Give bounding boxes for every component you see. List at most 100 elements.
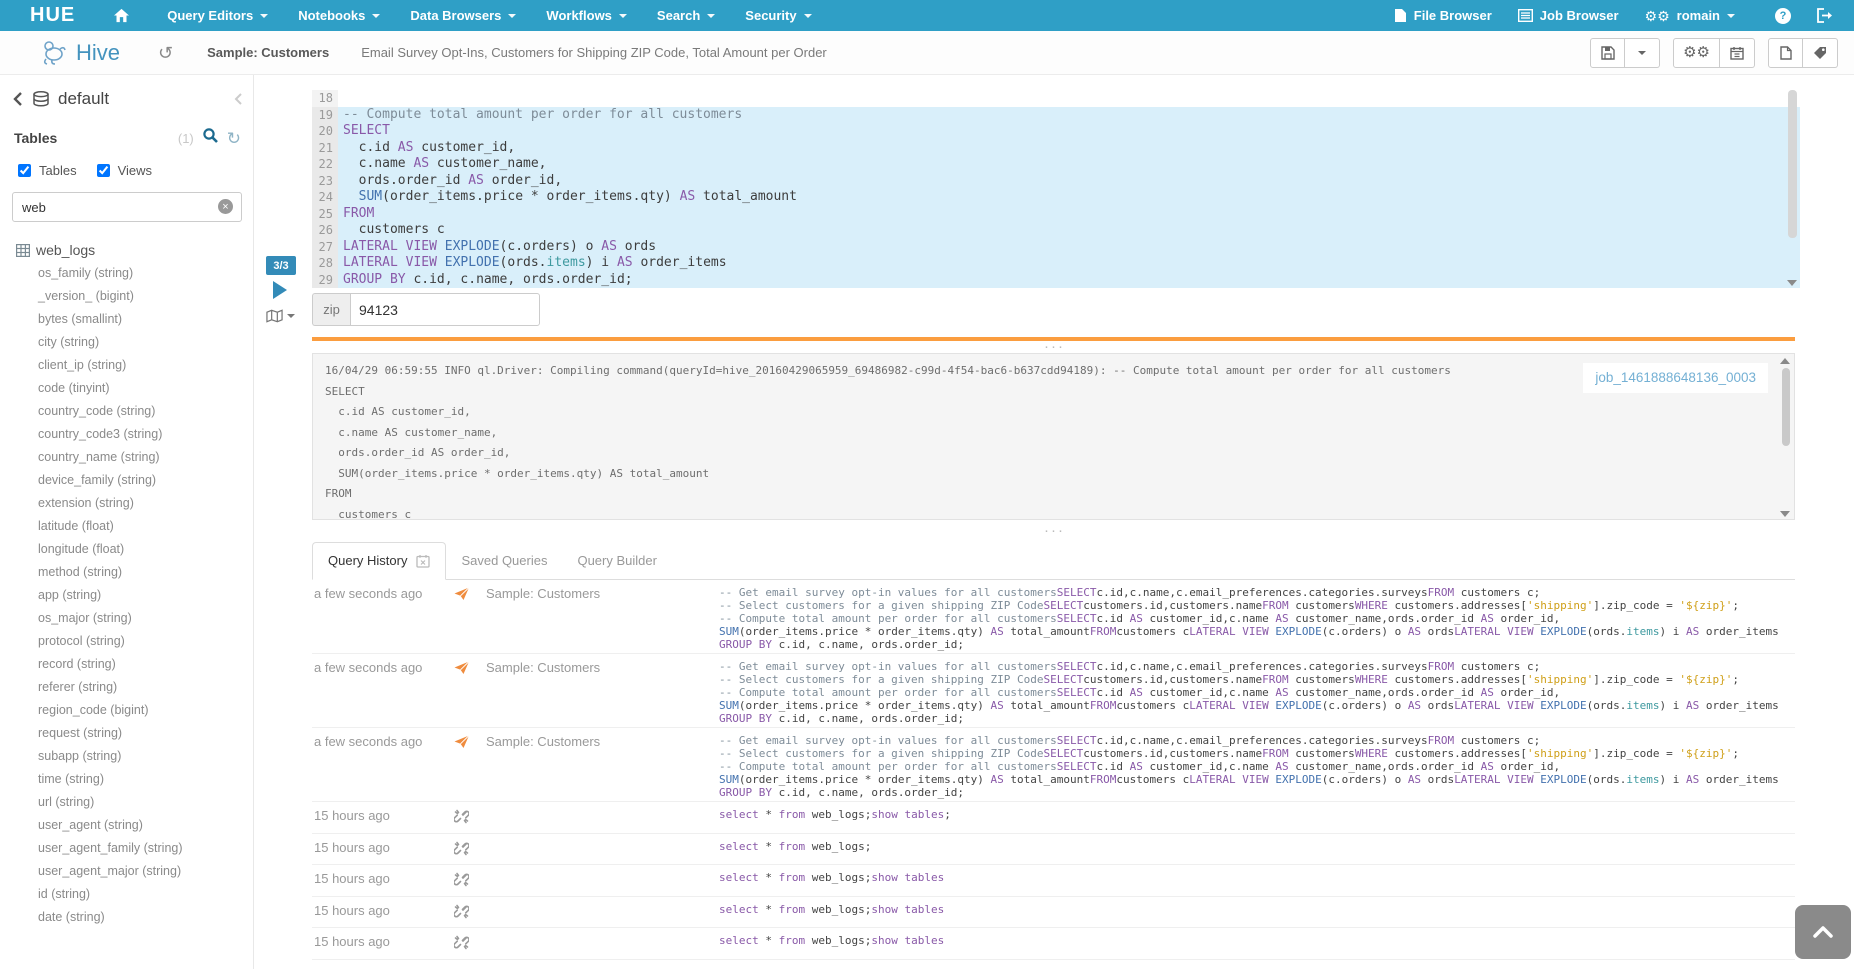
explain-menu-button[interactable] — [266, 309, 295, 323]
job-link[interactable]: job_1461888648136_0003 — [1595, 370, 1756, 385]
code-line[interactable]: 27LATERAL VIEW EXPLODE(c.orders) o AS or… — [312, 239, 1800, 256]
save-dropdown-button[interactable] — [1625, 38, 1660, 68]
refresh-button[interactable]: ↻ — [227, 130, 241, 147]
history-sql[interactable]: select * from web_logs; — [719, 840, 1795, 853]
scroll-down-icon[interactable] — [1780, 511, 1790, 517]
table-search-input[interactable] — [12, 192, 242, 222]
back-arrow-icon[interactable] — [12, 91, 23, 107]
filter-views-checkbox[interactable]: Views — [93, 161, 152, 180]
code-line[interactable]: 25FROM — [312, 206, 1800, 223]
column-item[interactable]: client_ip (string) — [0, 354, 253, 377]
history-row[interactable]: 15 hours agoselect * from web_logs;show … — [312, 802, 1795, 834]
nav-menu-query-editors[interactable]: Query Editors — [152, 0, 283, 31]
tab-query-builder[interactable]: Query Builder — [562, 543, 671, 579]
column-item[interactable]: request (string) — [0, 722, 253, 745]
column-item[interactable]: bytes (smallint) — [0, 308, 253, 331]
history-row[interactable]: 15 hours agoselect * from web_logs; — [312, 834, 1795, 866]
column-item[interactable]: app (string) — [0, 584, 253, 607]
column-item[interactable]: device_family (string) — [0, 469, 253, 492]
scrollbar-thumb[interactable] — [1782, 368, 1790, 446]
nav-menu-security[interactable]: Security — [730, 0, 826, 31]
column-item[interactable]: referer (string) — [0, 676, 253, 699]
nav-menu-search[interactable]: Search — [642, 0, 730, 31]
column-item[interactable]: user_agent (string) — [0, 814, 253, 837]
history-row[interactable]: a few seconds agoSample: Customers-- Get… — [312, 580, 1795, 654]
code-line[interactable]: 18 — [312, 90, 1800, 107]
clear-history-icon[interactable] — [416, 554, 430, 568]
column-item[interactable]: record (string) — [0, 653, 253, 676]
variable-input[interactable] — [350, 293, 540, 326]
resize-grip[interactable]: ··· — [255, 343, 1854, 351]
execute-button[interactable] — [273, 281, 287, 299]
save-button[interactable] — [1590, 38, 1625, 68]
column-item[interactable]: country_name (string) — [0, 446, 253, 469]
code-line[interactable]: 20SELECT — [312, 123, 1800, 140]
code-line[interactable]: 19-- Compute total amount per order for … — [312, 107, 1800, 124]
column-item[interactable]: os_family (string) — [0, 262, 253, 285]
history-sql[interactable]: select * from web_logs;show tables; — [719, 808, 1795, 821]
history-row[interactable]: a few seconds agoSample: Customers-- Get… — [312, 654, 1795, 728]
tags-button[interactable] — [1803, 38, 1838, 68]
code-line[interactable]: 24 SUM(order_items.price * order_items.q… — [312, 189, 1800, 206]
history-sql[interactable]: -- Get email survey opt-in values for al… — [719, 660, 1795, 725]
code-line[interactable]: 26 customers c — [312, 222, 1800, 239]
history-sql[interactable]: -- Get email survey opt-in values for al… — [719, 734, 1795, 799]
column-item[interactable]: code (tinyint) — [0, 377, 253, 400]
column-item[interactable]: user_agent_major (string) — [0, 860, 253, 883]
column-item[interactable]: country_code (string) — [0, 400, 253, 423]
schedule-button[interactable] — [1720, 38, 1755, 68]
nav-menu-workflows[interactable]: Workflows — [531, 0, 642, 31]
table-entry[interactable]: web_logs — [16, 242, 241, 258]
column-item[interactable]: url (string) — [0, 791, 253, 814]
code-line[interactable]: 28LATERAL VIEW EXPLODE(ords.items) i AS … — [312, 255, 1800, 272]
column-item[interactable]: user_agent_family (string) — [0, 837, 253, 860]
history-sql[interactable]: select * from web_logs;show tables — [719, 871, 1795, 884]
column-item[interactable]: region_code (bigint) — [0, 699, 253, 722]
hive-app-link[interactable]: Hive — [38, 39, 120, 67]
tab-saved-queries[interactable]: Saved Queries — [446, 543, 562, 579]
scroll-down-icon[interactable] — [1787, 280, 1797, 286]
new-query-button[interactable] — [1768, 38, 1803, 68]
code-editor[interactable]: 1819-- Compute total amount per order fo… — [312, 90, 1800, 288]
history-row[interactable]: 15 hours agoselect * from web_logs;show … — [312, 897, 1795, 929]
log-scrollbar[interactable] — [1780, 356, 1792, 517]
clear-search-icon[interactable]: × — [218, 199, 233, 214]
editor-scrollbar[interactable] — [1786, 90, 1799, 288]
user-menu[interactable]: ⚙⚙ romain — [1632, 0, 1748, 31]
code-line[interactable]: 22 c.name AS customer_name, — [312, 156, 1800, 173]
search-toggle-button[interactable] — [202, 127, 219, 149]
nav-menu-data-browsers[interactable]: Data Browsers — [395, 0, 531, 31]
history-sql[interactable]: -- Get email survey opt-in values for al… — [719, 586, 1795, 651]
column-item[interactable]: id (string) — [0, 883, 253, 906]
column-item[interactable]: extension (string) — [0, 492, 253, 515]
logout-button[interactable] — [1804, 0, 1846, 31]
help-button[interactable]: ? — [1762, 0, 1804, 31]
history-row[interactable]: 15 hours agoselect * from web_logs;show … — [312, 865, 1795, 897]
column-item[interactable]: time (string) — [0, 768, 253, 791]
column-item[interactable]: protocol (string) — [0, 630, 253, 653]
column-item[interactable]: os_major (string) — [0, 607, 253, 630]
code-line[interactable]: 23 ords.order_id AS order_id, — [312, 173, 1800, 190]
code-line[interactable]: 29GROUP BY c.id, c.name, ords.order_id; — [312, 272, 1800, 289]
column-item[interactable]: subapp (string) — [0, 745, 253, 768]
column-item[interactable]: longitude (float) — [0, 538, 253, 561]
column-item[interactable]: date (string) — [0, 906, 253, 929]
settings-button[interactable]: ⚙⚙ — [1673, 38, 1720, 68]
history-sql[interactable]: select * from web_logs;show tables — [719, 903, 1795, 916]
history-row[interactable]: a few seconds agoSample: Customers-- Get… — [312, 728, 1795, 802]
code-line[interactable]: 21 c.id AS customer_id, — [312, 140, 1800, 157]
column-item[interactable]: country_code3 (string) — [0, 423, 253, 446]
home-button[interactable] — [99, 8, 144, 23]
column-item[interactable]: _version_ (bigint) — [0, 285, 253, 308]
collapse-sidebar-icon[interactable] — [234, 92, 243, 106]
history-sql[interactable]: select * from web_logs;show tables — [719, 934, 1795, 947]
column-item[interactable]: latitude (float) — [0, 515, 253, 538]
scroll-to-top-button[interactable] — [1795, 905, 1851, 959]
nav-menu-notebooks[interactable]: Notebooks — [283, 0, 395, 31]
job-browser-button[interactable]: Job Browser — [1505, 0, 1632, 31]
scrollbar-thumb[interactable] — [1788, 90, 1797, 238]
hue-logo[interactable]: HUE — [30, 4, 75, 27]
filter-tables-checkbox[interactable]: Tables — [14, 161, 77, 180]
query-history-icon[interactable]: ↺ — [158, 44, 173, 62]
resize-grip[interactable]: ··· — [255, 527, 1854, 535]
